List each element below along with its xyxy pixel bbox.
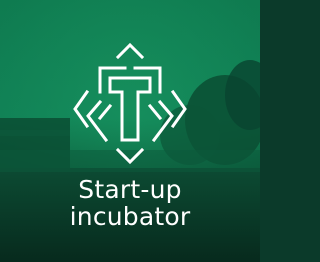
caption-line-2: incubator	[69, 202, 191, 231]
t-frame-logo-icon	[70, 40, 190, 165]
caption-line-1: Start-up	[78, 175, 182, 204]
tile-caption: Start-up incubator	[0, 176, 260, 230]
startup-incubator-tile[interactable]: Start-up incubator	[0, 0, 260, 262]
